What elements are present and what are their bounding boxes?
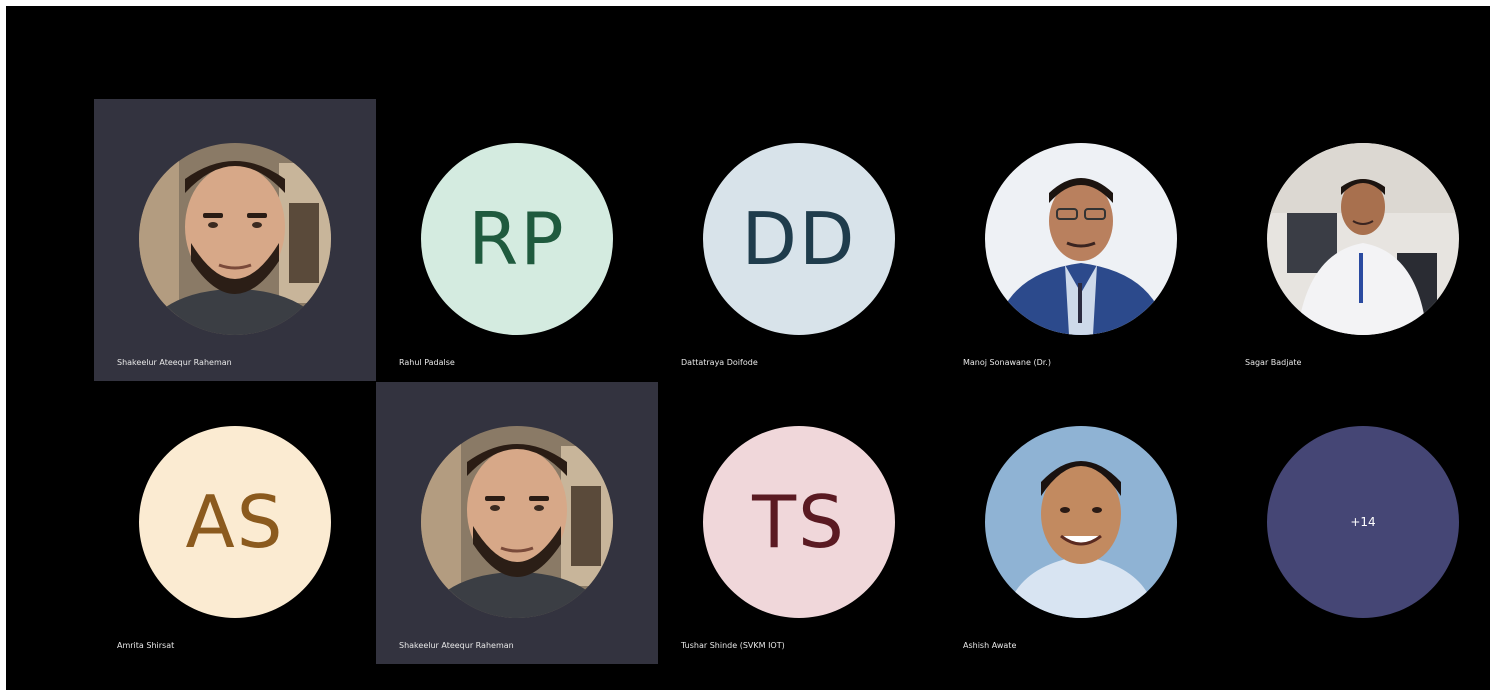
participant-grid: Shakeelur Ateequr Raheman RP Rahul Padal… <box>94 99 1490 665</box>
participant-initials: RP <box>468 197 566 281</box>
participant-tile[interactable]: TS Tushar Shinde (SVKM IOT) <box>658 382 940 664</box>
initials-avatar: DD <box>703 143 895 335</box>
initials-avatar: TS <box>703 426 895 618</box>
participant-name: Rahul Padalse <box>399 358 455 367</box>
participant-tile[interactable]: RP Rahul Padalse <box>376 99 658 381</box>
participant-photo <box>139 143 331 335</box>
participant-name: Manoj Sonawane (Dr.) <box>963 358 1051 367</box>
participant-tile[interactable]: Shakeelur Ateequr Raheman <box>94 99 376 381</box>
participant-photo <box>985 143 1177 335</box>
participant-name: Amrita Shirsat <box>117 641 175 650</box>
participant-tile[interactable]: Sagar Badjate <box>1222 99 1490 381</box>
overflow-avatar[interactable]: +14 <box>1267 426 1459 618</box>
participant-name: Sagar Badjate <box>1245 358 1302 367</box>
smiling-man-photo <box>985 426 1177 618</box>
participant-name: Ashish Awate <box>963 641 1017 650</box>
participant-initials: DD <box>741 197 857 281</box>
man-white-shirt-photo <box>1267 143 1459 335</box>
participant-tile[interactable]: DD Dattatraya Doifode <box>658 99 940 381</box>
participant-photo <box>1267 143 1459 335</box>
participant-tile[interactable]: Ashish Awate <box>940 382 1222 664</box>
participant-photo <box>421 426 613 618</box>
overflow-count: +14 <box>1350 515 1376 529</box>
overflow-tile[interactable]: +14 <box>1222 382 1490 664</box>
participant-tile[interactable]: AS Amrita Shirsat <box>94 382 376 664</box>
participant-name: Shakeelur Ateequr Raheman <box>399 641 514 650</box>
participant-initials: TS <box>752 480 846 564</box>
participant-name: Tushar Shinde (SVKM IOT) <box>681 641 785 650</box>
bearded-man-photo <box>139 143 331 335</box>
participant-tile[interactable]: Manoj Sonawane (Dr.) <box>940 99 1222 381</box>
man-blue-blazer-photo <box>985 143 1177 335</box>
participant-name: Dattatraya Doifode <box>681 358 758 367</box>
participant-name: Shakeelur Ateequr Raheman <box>117 358 232 367</box>
meeting-gallery-view: Shakeelur Ateequr Raheman RP Rahul Padal… <box>4 4 1492 692</box>
bearded-man-photo <box>421 426 613 618</box>
participant-initials: AS <box>185 480 285 564</box>
initials-avatar: RP <box>421 143 613 335</box>
participant-tile[interactable]: Shakeelur Ateequr Raheman <box>376 382 658 664</box>
participant-photo <box>985 426 1177 618</box>
initials-avatar: AS <box>139 426 331 618</box>
